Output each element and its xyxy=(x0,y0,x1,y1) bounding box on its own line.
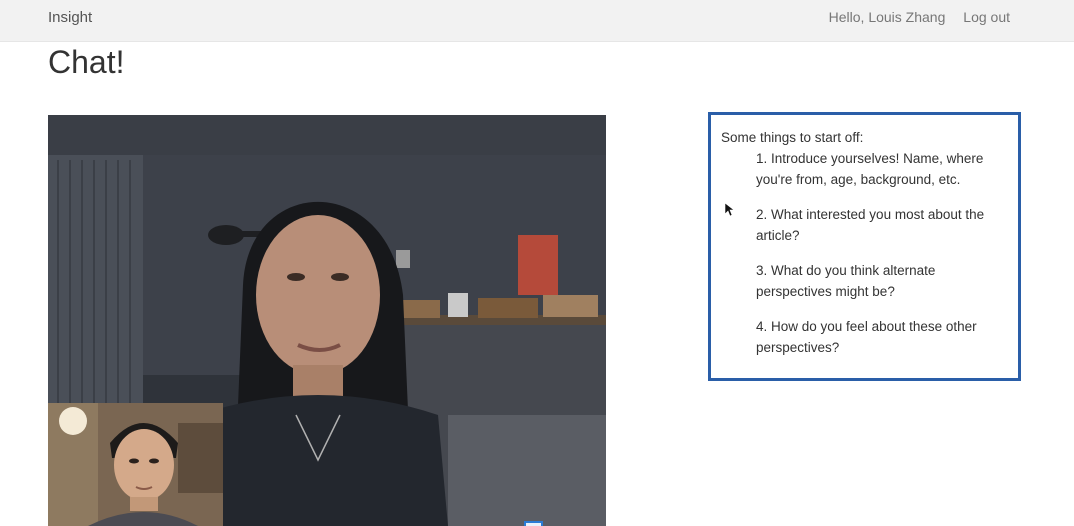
prompt-item: 2. What interested you most about the ar… xyxy=(756,207,985,243)
prompts-list: 1. Introduce yourselves! Name, where you… xyxy=(721,148,1008,358)
greeting-link[interactable]: Hello, Louis Zhang xyxy=(829,9,946,25)
navbar: Insight Hello, Louis Zhang Log out xyxy=(0,0,1074,42)
mouse-cursor-icon xyxy=(725,203,734,217)
page-title: Chat! xyxy=(48,44,125,80)
prompt-item: 4. How do you feel about these other per… xyxy=(756,319,977,355)
prompts-intro: Some things to start off: xyxy=(721,130,864,145)
prompt-item: 3. What do you think alternate perspecti… xyxy=(756,263,936,299)
logout-link[interactable]: Log out xyxy=(963,9,1010,25)
prompt-item: 1. Introduce yourselves! Name, where you… xyxy=(756,151,984,187)
nav-right: Hello, Louis Zhang Log out xyxy=(829,9,1010,25)
self-video[interactable] xyxy=(48,403,223,526)
brand-link[interactable]: Insight xyxy=(48,9,92,26)
conversation-prompts-panel: Some things to start off: 1. Introduce y… xyxy=(708,112,1021,381)
self-video-frame xyxy=(48,403,223,526)
scroll-indicator-icon[interactable] xyxy=(524,521,543,526)
